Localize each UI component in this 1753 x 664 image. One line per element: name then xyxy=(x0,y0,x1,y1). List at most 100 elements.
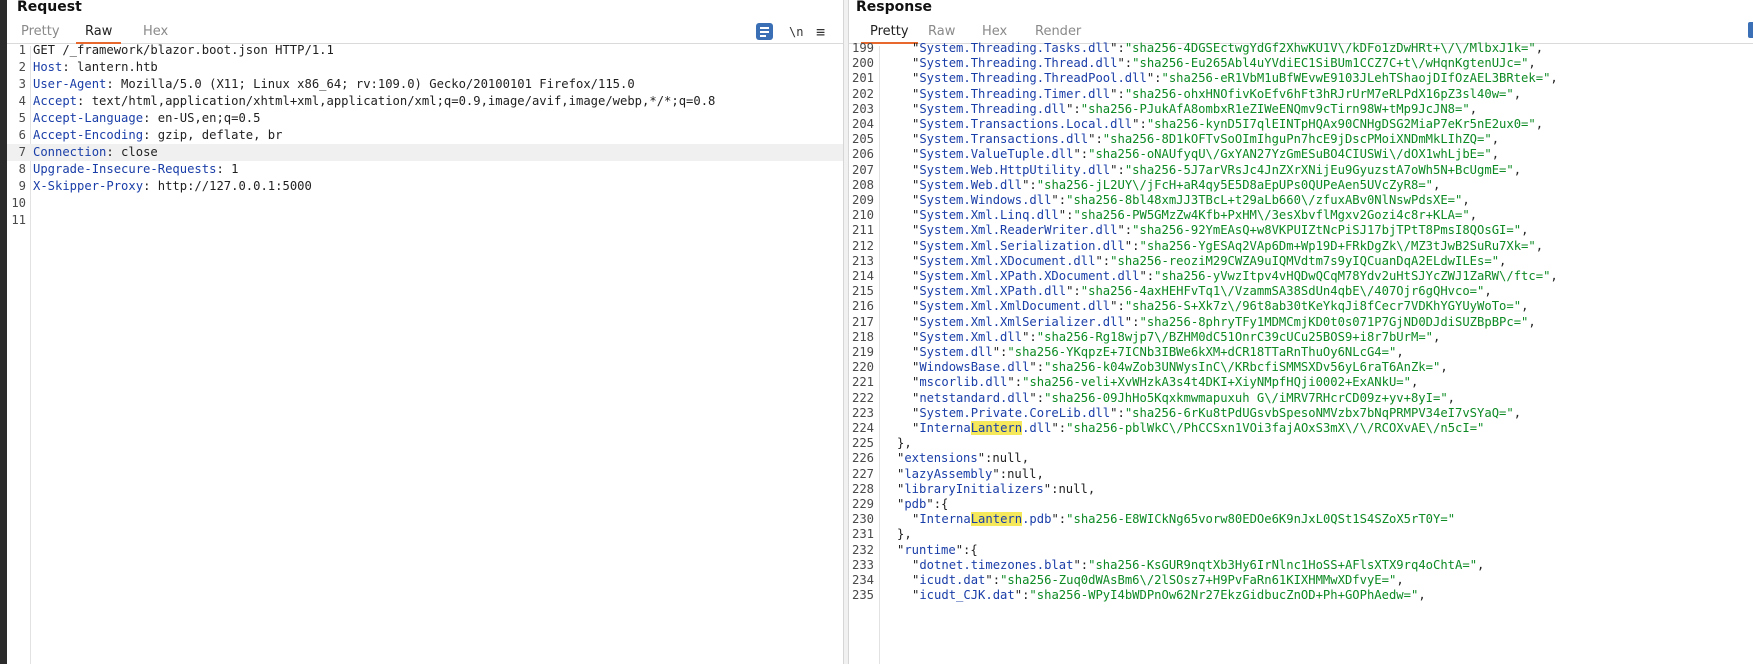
json-hash-value: sha256-4axHEHFvTq1\/VzammSA38SdUn4qbE\/4… xyxy=(1088,284,1478,299)
response-pane: Response Pretty Raw Hex Render 199 "Syste… xyxy=(849,0,1753,664)
json-trailing-comma: , xyxy=(1521,299,1529,314)
json-quote: " xyxy=(1447,512,1456,527)
json-quote: " xyxy=(1403,375,1411,390)
json-trailing-comma: , xyxy=(1447,390,1456,405)
json-hash-value: sha256-8bl48xmJJ3TBcL+t29aLb660\/zfuxABv… xyxy=(1073,193,1456,207)
response-tab-render[interactable]: Render xyxy=(1035,23,1081,41)
json-key: System.Xml.XDocument.dll xyxy=(919,253,1096,268)
json-quote: " xyxy=(1132,223,1140,238)
request-line: 7 Connection: close xyxy=(7,144,843,161)
json-key: pdb xyxy=(904,497,927,511)
json-trailing-comma: , xyxy=(1477,557,1485,572)
request-line-text: GET /_framework/blazor.boot.json HTTP/1.… xyxy=(33,42,334,59)
request-line: 4 Accept: text/html,application/xhtml+xml… xyxy=(7,93,843,110)
header-name: User-Agent xyxy=(33,77,107,91)
request-line: 3 User-Agent: Mozilla/5.0 (X11; Linux x86… xyxy=(7,76,843,93)
json-hash-value: sha256-E8WICkNg65vorw80EDOe6K9nJxL0QSt1S… xyxy=(1073,512,1448,527)
request-editor[interactable]: 1 GET /_framework/blazor.boot.json HTTP/1… xyxy=(7,43,843,664)
json-trailing-comma: , xyxy=(1513,405,1522,420)
json-value: null xyxy=(992,451,1022,466)
json-quote: ": xyxy=(1110,162,1125,177)
json-key: System.Threading.Tasks.dll xyxy=(919,41,1111,55)
json-key: System.Threading.Timer.dll xyxy=(919,86,1111,101)
json-quote: ": xyxy=(1110,41,1125,55)
request-tab-pretty[interactable]: Pretty xyxy=(21,23,60,41)
json-key-part: Interna xyxy=(919,512,971,527)
json-key: icudt.dat xyxy=(919,573,986,587)
json-quote: ": xyxy=(977,451,993,466)
request-line-value: GET /_framework/blazor.boot.json HTTP/1.… xyxy=(33,43,334,57)
header-name: Upgrade-Insecure-Requests xyxy=(33,162,217,176)
menu-icon[interactable]: ≡ xyxy=(816,23,825,41)
json-trailing-comma: , xyxy=(1087,481,1096,496)
json-key: runtime xyxy=(904,542,956,557)
json-trailing-comma: , xyxy=(1491,147,1500,162)
newline-icon[interactable]: \n xyxy=(789,23,803,41)
json-key-part: Interna xyxy=(919,421,971,435)
header-name: Accept xyxy=(33,94,78,108)
header-colon: : xyxy=(62,60,70,74)
header-name: Accept-Language xyxy=(33,111,144,125)
json-quote: " xyxy=(1484,147,1492,162)
json-hash-value: sha256-8phryTFy1MDMCmjKD0t0s071P7GjND0DJ… xyxy=(1146,314,1522,329)
request-line: 11 xyxy=(7,212,843,229)
header-name: Host xyxy=(33,60,63,74)
json-trailing-comma: , xyxy=(1036,466,1044,481)
window-edge-left xyxy=(0,0,7,664)
json-key: netstandard.dll xyxy=(919,390,1030,405)
json-quote: " xyxy=(1462,208,1470,223)
json-trailing-comma: , xyxy=(1396,573,1404,587)
json-key: System.Threading.ThreadPool.dll xyxy=(919,71,1147,86)
json-quote: ": xyxy=(1029,390,1045,405)
json-quote: ": xyxy=(1110,299,1125,314)
json-hash-value: sha256-Zuq0dWAsBm6\/2lSOsz7+H9PvFaRn61KI… xyxy=(1007,573,1389,587)
json-trailing-comma: , xyxy=(1513,162,1522,177)
request-tab-hex[interactable]: Hex xyxy=(143,23,168,41)
json-quote: " xyxy=(1528,117,1536,131)
json-quote: ": xyxy=(1051,193,1067,207)
json-quote: " xyxy=(1506,86,1514,101)
json-key: System.Web.dll xyxy=(919,177,1023,192)
json-quote: ": xyxy=(1117,56,1133,71)
json-quote: " xyxy=(1073,208,1081,223)
response-title: Response xyxy=(856,0,933,15)
json-hash-value: sha256-jL2UY\/jFcH+aR4qy5E5D8aEpUPs0QUPe… xyxy=(1044,177,1426,192)
json-key: System.Private.CoreLib.dll xyxy=(919,405,1111,420)
json-quote: " xyxy=(1484,132,1492,147)
json-key: InternaLantern.dll xyxy=(919,421,1051,435)
json-quote: ": xyxy=(1124,238,1140,253)
response-editor[interactable]: 199 "System.Threading.Tasks.dll":"sha256-… xyxy=(849,41,1753,664)
json-trailing-comma: , xyxy=(1411,375,1419,390)
wrap-lines-icon[interactable] xyxy=(756,23,773,40)
json-quote: ": xyxy=(1073,147,1089,162)
json-trailing-comma: , xyxy=(1469,208,1478,223)
response-toolbar-edge-icon[interactable] xyxy=(1748,22,1753,38)
json-trailing-comma: , xyxy=(1469,101,1478,116)
json-hash-value: sha256-eR1VbM1uBfWEvwE9103JLehTShaojDIfO… xyxy=(1168,71,1544,86)
request-pane: Request Pretty Raw Hex \n ≡ 1 GET /_frame… xyxy=(7,0,843,664)
json-key: System.Xml.XPath.dll xyxy=(919,284,1067,299)
json-key: InternaLantern.pdb xyxy=(919,512,1051,527)
line-number: 9 xyxy=(18,179,26,193)
json-key: System.Xml.XPath.XDocument.dll xyxy=(919,269,1140,283)
line-number: 1 xyxy=(18,43,26,57)
response-tab-raw[interactable]: Raw xyxy=(928,23,955,41)
json-quote: ": xyxy=(1124,314,1140,329)
response-line-text: "icudt_CJK.dat":"sha256-WPyI4bWDPnOw62Nr… xyxy=(882,587,1426,604)
json-quote: " xyxy=(1161,71,1169,86)
json-quote: " xyxy=(1528,41,1536,55)
json-trailing-comma: , xyxy=(1550,269,1558,283)
json-quote: ": xyxy=(1139,269,1155,283)
json-quote: " xyxy=(1506,162,1514,177)
json-hash-value: sha256-oNAUfyqU\/GxYAN27YzGmESuBO4CIUSWi… xyxy=(1095,147,1485,162)
request-tab-raw[interactable]: Raw xyxy=(76,23,122,44)
json-quote: " xyxy=(1425,329,1434,344)
json-value: null xyxy=(1007,466,1037,481)
request-line-text: X-Skipper-Proxy: http://127.0.0.1:5000 xyxy=(33,178,312,195)
request-line-text: Accept-Encoding: gzip, deflate, br xyxy=(33,127,282,144)
json-quote: " xyxy=(1425,177,1434,192)
json-trailing-comma: , xyxy=(1484,284,1492,299)
response-tab-hex[interactable]: Hex xyxy=(982,23,1007,41)
header-colon: : xyxy=(106,145,114,159)
json-key: System.ValueTuple.dll xyxy=(919,147,1074,162)
